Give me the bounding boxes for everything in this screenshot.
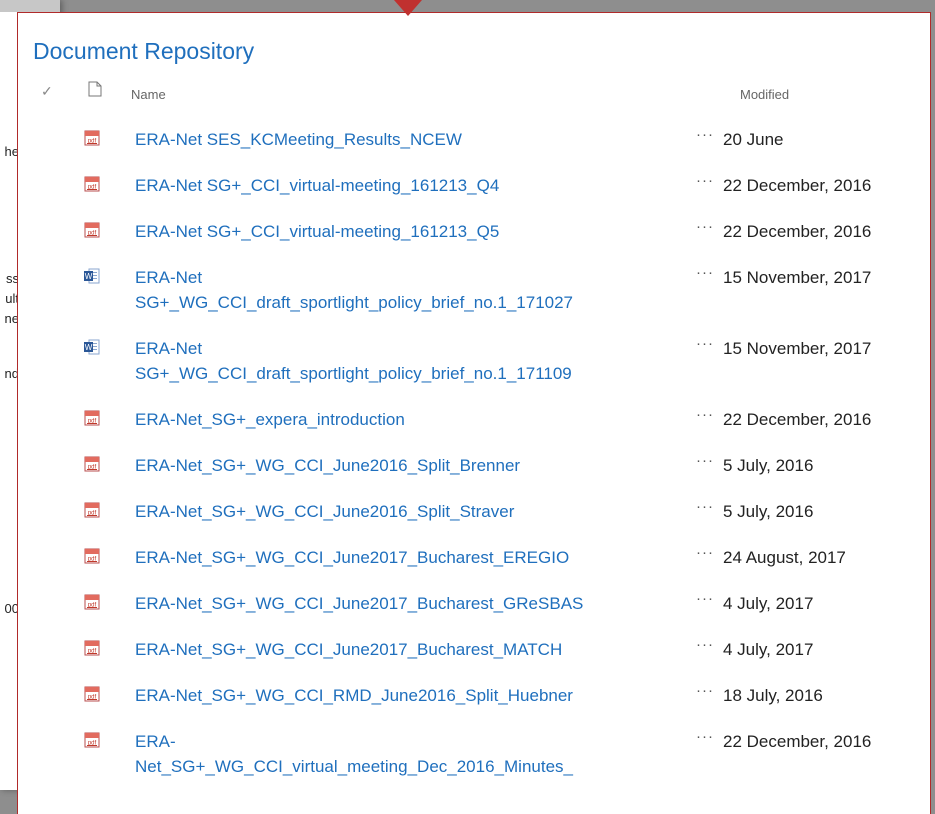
word-file-icon: W [84,268,100,284]
file-name-link[interactable]: ERA-Net_SG+_WG_CCI_June2017_Bucharest_MA… [135,637,675,662]
svg-text:W: W [85,272,93,281]
more-options-ellipsis-icon[interactable]: ··· [696,218,714,235]
name-column-header[interactable]: Name [131,87,166,102]
file-modified-date: 20 June [723,130,784,149]
pdf-file-icon: pdf [84,640,100,656]
select-all-checkmark-icon[interactable]: ✓ [41,83,53,100]
modified-column-header[interactable]: Modified [740,87,789,102]
file-name-link[interactable]: ERA-Net SG+_WG_CCI_draft_sportlight_poli… [135,265,675,315]
file-name-link[interactable]: ERA-Net SG+_CCI_virtual-meeting_161213_Q… [135,219,675,244]
file-name-link[interactable]: ERA-Net_SG+_WG_CCI_June2016_Split_Brenne… [135,453,675,478]
pdf-file-icon: pdf [84,594,100,610]
file-name-link[interactable]: ERA-Net_SG+_WG_CCI_June2017_Bucharest_ER… [135,545,675,570]
pdf-file-icon: pdf [84,732,100,748]
more-options-ellipsis-icon[interactable]: ··· [696,406,714,423]
pdf-file-icon: pdf [84,130,100,146]
pdf-file-icon: pdf [84,410,100,426]
more-options-ellipsis-icon[interactable]: ··· [696,126,714,143]
file-name-link[interactable]: ERA-Net SES_KCMeeting_Results_NCEW [135,127,675,152]
document-library-panel: Document Repository ✓ Name Modified pdf E… [17,12,931,814]
file-modified-date: 15 November, 2017 [723,268,872,287]
pdf-file-icon: pdf [84,456,100,472]
more-options-ellipsis-icon[interactable]: ··· [696,264,714,281]
file-modified-date: 18 July, 2016 [723,686,823,705]
library-title[interactable]: Document Repository [33,38,254,65]
pdf-file-icon: pdf [84,548,100,564]
document-type-column-icon[interactable] [88,81,102,97]
file-name-link[interactable]: ERA-Net SG+_WG_CCI_draft_sportlight_poli… [135,336,675,386]
file-modified-date: 5 July, 2016 [723,502,814,521]
file-name-link[interactable]: ERA-Net_SG+_expera_introduction [135,407,675,432]
svg-text:W: W [85,343,93,352]
more-options-ellipsis-icon[interactable]: ··· [696,544,714,561]
callout-arrow [394,0,422,16]
file-name-link[interactable]: ERA-Net_SG+_WG_CCI_June2016_Split_Strave… [135,499,675,524]
file-modified-date: 15 November, 2017 [723,339,872,358]
more-options-ellipsis-icon[interactable]: ··· [696,590,714,607]
file-modified-date: 24 August, 2017 [723,548,846,567]
file-modified-date: 22 December, 2016 [723,222,872,241]
pdf-file-icon: pdf [84,176,100,192]
file-modified-date: 22 December, 2016 [723,732,872,751]
pdf-file-icon: pdf [84,686,100,702]
more-options-ellipsis-icon[interactable]: ··· [696,498,714,515]
more-options-ellipsis-icon[interactable]: ··· [696,452,714,469]
more-options-ellipsis-icon[interactable]: ··· [696,728,714,745]
more-options-ellipsis-icon[interactable]: ··· [696,636,714,653]
file-name-link[interactable]: ERA-Net_SG+_WG_CCI_June2017_Bucharest_GR… [135,591,675,616]
word-file-icon: W [84,339,100,355]
more-options-ellipsis-icon[interactable]: ··· [696,682,714,699]
file-name-link[interactable]: ERA- Net_SG+_WG_CCI_virtual_meeting_Dec_… [135,729,675,779]
file-name-link[interactable]: ERA-Net SG+_CCI_virtual-meeting_161213_Q… [135,173,675,198]
pdf-file-icon: pdf [84,502,100,518]
pdf-file-icon: pdf [84,222,100,238]
file-modified-date: 4 July, 2017 [723,640,814,659]
file-modified-date: 5 July, 2016 [723,456,814,475]
file-modified-date: 22 December, 2016 [723,176,872,195]
file-name-link[interactable]: ERA-Net_SG+_WG_CCI_RMD_June2016_Split_Hu… [135,683,675,708]
file-modified-date: 22 December, 2016 [723,410,872,429]
file-modified-date: 4 July, 2017 [723,594,814,613]
background-strip [0,0,60,12]
more-options-ellipsis-icon[interactable]: ··· [696,335,714,352]
more-options-ellipsis-icon[interactable]: ··· [696,172,714,189]
